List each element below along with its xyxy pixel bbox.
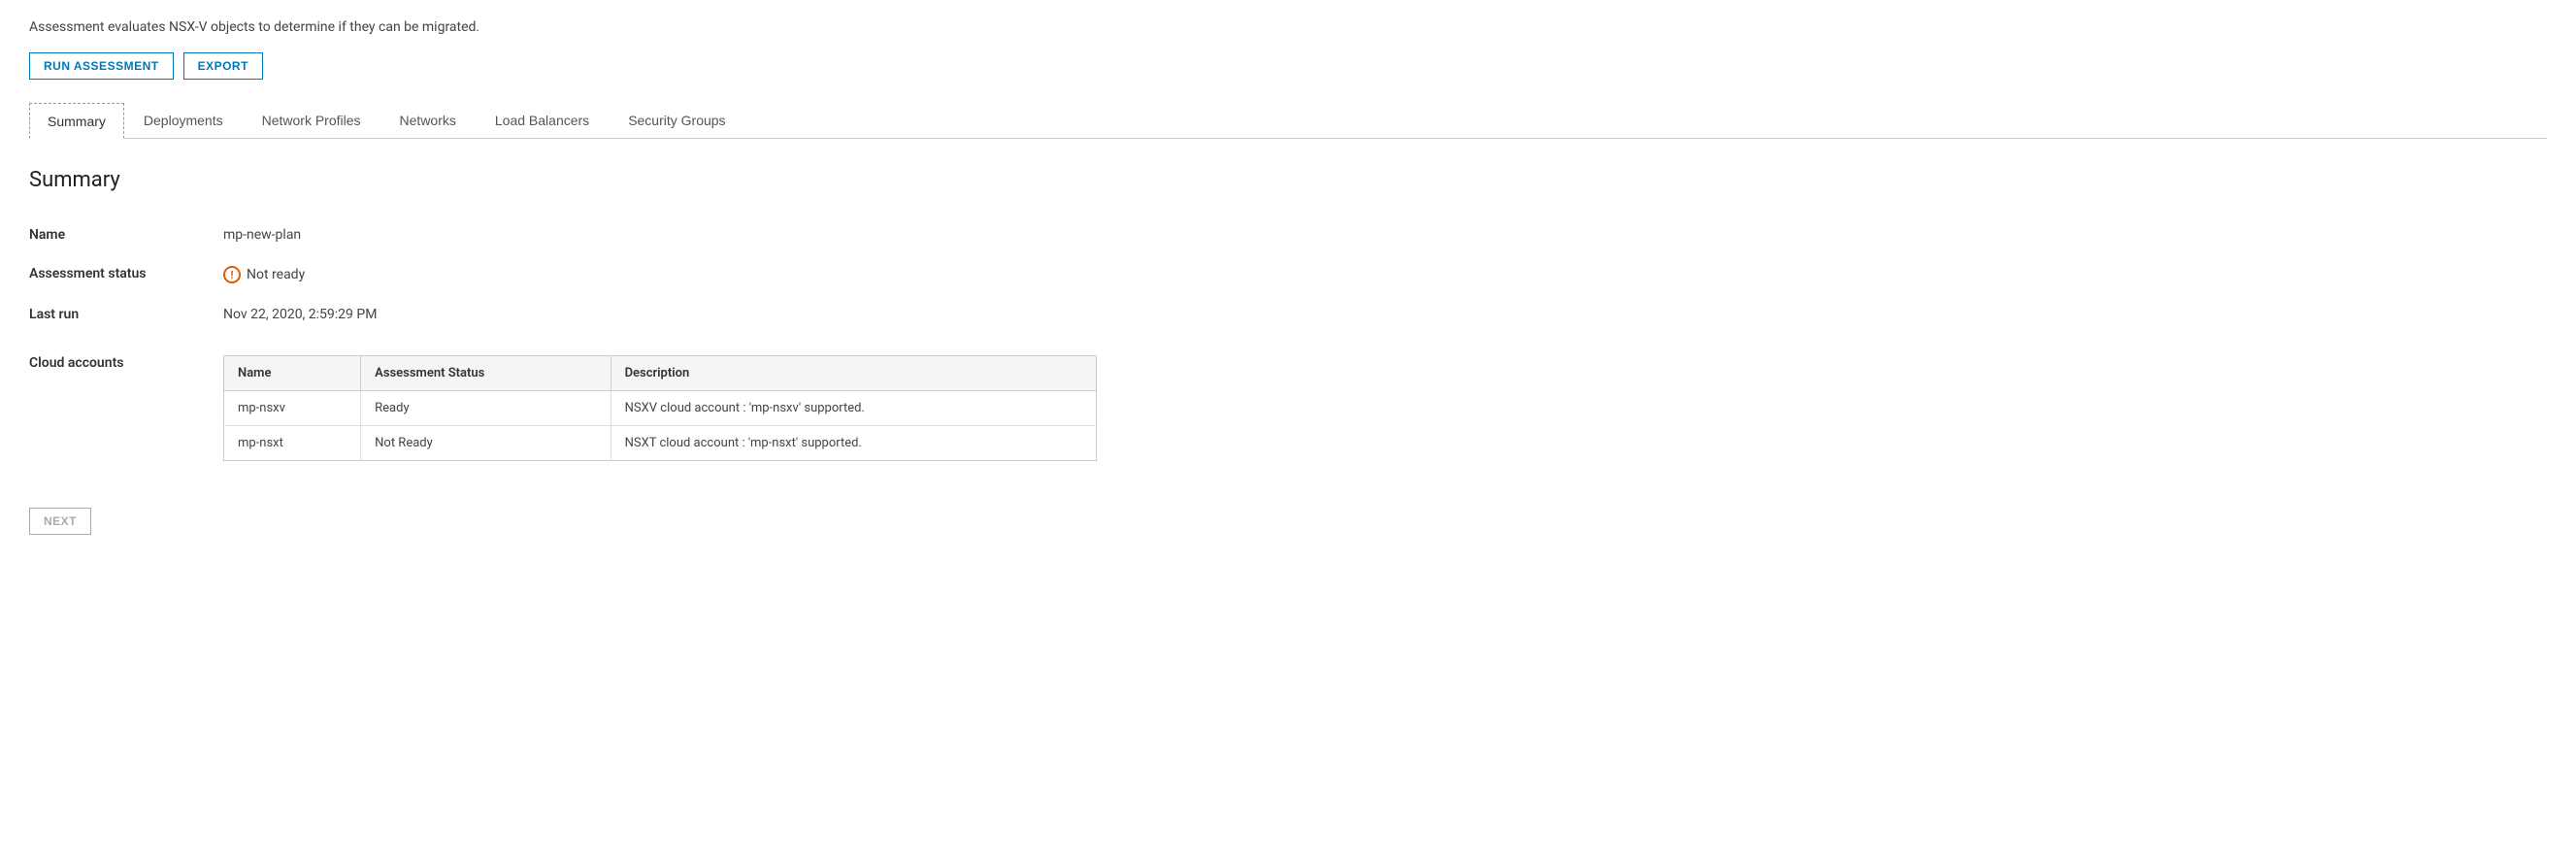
row-assessment-status: Ready (361, 391, 611, 426)
cloud-accounts-section: Cloud accounts Name Assessment Status De… (29, 344, 2547, 469)
export-button[interactable]: EXPORT (183, 52, 263, 80)
row-description: NSXV cloud account : 'mp-nsxv' supported… (611, 391, 1096, 426)
cloud-accounts-table: Name Assessment Status Description mp-ns… (223, 355, 1097, 461)
tab-networks[interactable]: Networks (380, 103, 476, 138)
row-description: NSXT cloud account : 'mp-nsxt' supported… (611, 426, 1096, 461)
summary-info-grid: Name mp-new-plan Assessment status ! Not… (29, 215, 2547, 334)
last-run-value: Nov 22, 2020, 2:59:29 PM (223, 295, 2547, 334)
warning-icon: ! (223, 266, 241, 283)
name-value: mp-new-plan (223, 215, 2547, 254)
assessment-status-text: Not ready (247, 267, 305, 282)
bottom-toolbar: NEXT (29, 508, 2547, 535)
run-assessment-button[interactable]: RUN ASSESSMENT (29, 52, 174, 80)
assessment-status-value: ! Not ready (223, 254, 2547, 295)
row-name: mp-nsxv (224, 391, 361, 426)
tab-network-profiles[interactable]: Network Profiles (243, 103, 380, 138)
table-header-row: Name Assessment Status Description (224, 356, 1097, 391)
tab-bar: Summary Deployments Network Profiles Net… (29, 103, 2547, 139)
cloud-accounts-content: Name Assessment Status Description mp-ns… (223, 344, 2547, 469)
tab-load-balancers[interactable]: Load Balancers (476, 103, 609, 138)
summary-title: Summary (29, 168, 2547, 192)
table-row: mp-nsxvReadyNSXV cloud account : 'mp-nsx… (224, 391, 1097, 426)
last-run-label: Last run (29, 295, 223, 334)
col-header-status: Assessment Status (361, 356, 611, 391)
col-header-name: Name (224, 356, 361, 391)
summary-section: Summary Name mp-new-plan Assessment stat… (29, 168, 2547, 469)
assessment-status-label: Assessment status (29, 254, 223, 295)
toolbar: RUN ASSESSMENT EXPORT (29, 52, 2547, 80)
col-header-description: Description (611, 356, 1096, 391)
table-row: mp-nsxtNot ReadyNSXT cloud account : 'mp… (224, 426, 1097, 461)
page-description: Assessment evaluates NSX-V objects to de… (29, 19, 2547, 35)
row-assessment-status: Not Ready (361, 426, 611, 461)
tab-deployments[interactable]: Deployments (124, 103, 243, 138)
cloud-accounts-label: Cloud accounts (29, 344, 223, 382)
name-label: Name (29, 215, 223, 254)
cloud-accounts-tbody: mp-nsxvReadyNSXV cloud account : 'mp-nsx… (224, 391, 1097, 461)
tab-security-groups[interactable]: Security Groups (609, 103, 744, 138)
row-name: mp-nsxt (224, 426, 361, 461)
next-button[interactable]: NEXT (29, 508, 91, 535)
tab-summary[interactable]: Summary (29, 103, 124, 139)
